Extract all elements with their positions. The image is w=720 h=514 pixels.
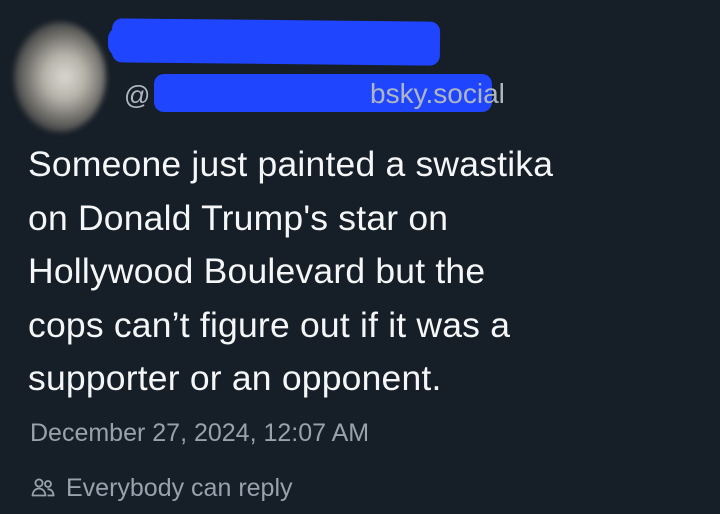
post-text: Someone just painted a swastika on Donal… — [28, 138, 688, 406]
handle-suffix: bsky.social — [370, 78, 505, 109]
post-text-line: on Donald Trump's star on — [28, 197, 449, 238]
post-text-line: Hollywood Boulevard but the — [28, 251, 486, 291]
handle-prefix: @ — [124, 80, 151, 110]
post-text-line: supporter or an opponent. — [28, 358, 442, 398]
post-text-line: cops can’t figure out if it was a — [28, 304, 511, 345]
people-icon — [31, 478, 55, 497]
post-timestamp: December 27, 2024, 12:07 AM — [30, 419, 370, 447]
post-text-line: Someone just painted a swastika — [28, 144, 554, 184]
avatar[interactable] — [14, 22, 106, 132]
reply-setting: Everybody can reply — [30, 472, 293, 504]
post-card: @ bsky.social Someone just painted a swa… — [0, 0, 720, 514]
author-handle[interactable]: @ bsky.social — [124, 74, 564, 114]
reply-setting-label: Everybody can reply — [66, 473, 293, 502]
display-name-redaction — [111, 18, 441, 66]
